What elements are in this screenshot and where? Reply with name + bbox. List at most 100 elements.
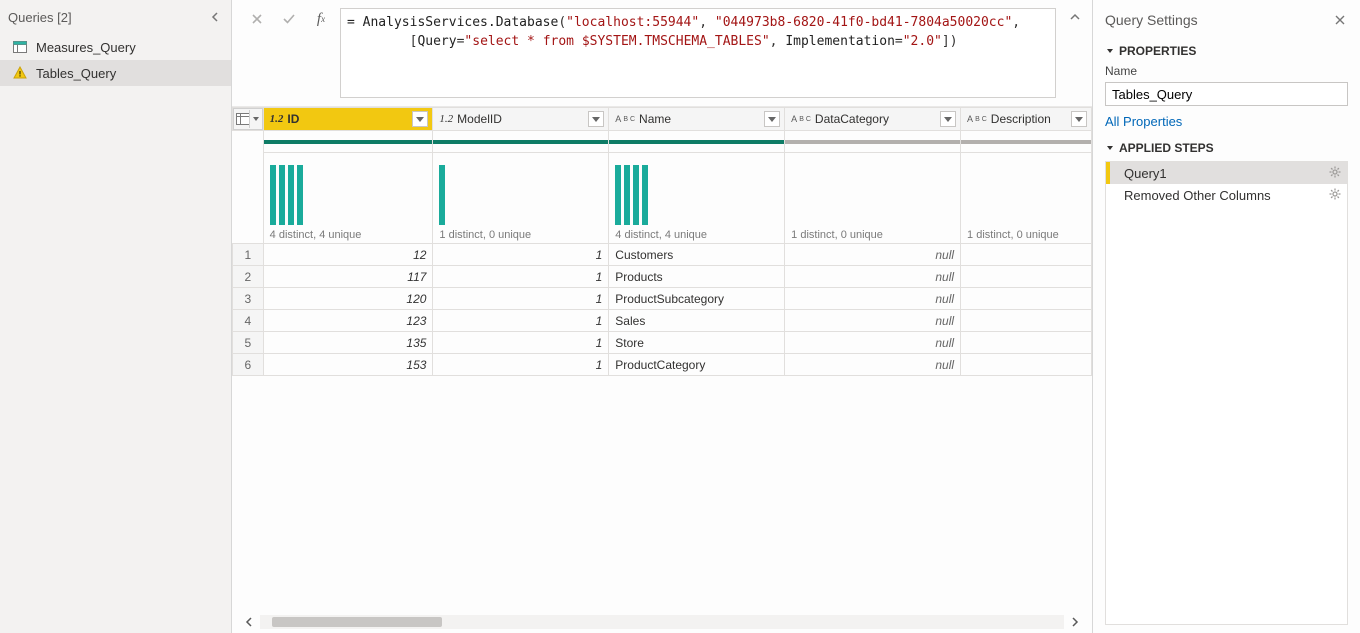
applied-steps-list: Query1 Removed Other Columns xyxy=(1105,161,1348,625)
column-header-id[interactable]: 1.2ID xyxy=(263,108,433,131)
cell-datacategory[interactable]: null xyxy=(785,288,961,310)
quality-bar xyxy=(785,140,960,144)
cell-datacategory[interactable]: null xyxy=(785,332,961,354)
table-icon xyxy=(12,39,28,55)
cell-name[interactable]: Products xyxy=(609,266,785,288)
quality-bar xyxy=(264,140,433,144)
cell-name[interactable]: Customers xyxy=(609,244,785,266)
number-type-icon: 1.2 xyxy=(270,113,284,125)
cell-description[interactable] xyxy=(961,266,1092,288)
cell-name[interactable]: ProductCategory xyxy=(609,354,785,376)
queries-title: Queries [2] xyxy=(8,10,72,25)
cell-id[interactable]: 120 xyxy=(263,288,433,310)
table-row[interactable]: 21171Productsnull xyxy=(233,266,1092,288)
cell-modelid[interactable]: 1 xyxy=(433,310,609,332)
sidebar-item-label: Measures_Query xyxy=(36,40,136,55)
column-filter-button[interactable] xyxy=(940,111,956,127)
data-table[interactable]: 1.2ID1.2ModelIDABCNameABCDataCategoryABC… xyxy=(232,107,1092,376)
cancel-formula-button[interactable] xyxy=(244,8,270,30)
cell-id[interactable]: 135 xyxy=(263,332,433,354)
formula-input[interactable]: = AnalysisServices.Database("localhost:5… xyxy=(340,8,1056,98)
cell-modelid[interactable]: 1 xyxy=(433,288,609,310)
cell-modelid[interactable]: 1 xyxy=(433,244,609,266)
distribution-bars xyxy=(791,153,954,229)
distribution-bars xyxy=(439,153,602,229)
cell-name[interactable]: ProductSubcategory xyxy=(609,288,785,310)
close-settings-button[interactable] xyxy=(1332,12,1348,28)
expand-formula-button[interactable] xyxy=(1066,8,1084,26)
cell-datacategory[interactable]: null xyxy=(785,310,961,332)
query-settings-title: Query Settings xyxy=(1105,12,1198,28)
table-row[interactable]: 51351Storenull xyxy=(233,332,1092,354)
cell-id[interactable]: 153 xyxy=(263,354,433,376)
fx-icon[interactable]: fx xyxy=(308,8,334,30)
text-type-icon: ABC xyxy=(615,114,635,124)
text-type-icon: ABC xyxy=(967,114,987,124)
column-header-modelid[interactable]: 1.2 ModelID xyxy=(433,108,609,131)
row-number: 3 xyxy=(233,288,264,310)
collapse-sidebar-button[interactable] xyxy=(207,9,223,25)
scroll-left-button[interactable] xyxy=(240,614,258,630)
profile-label: 1 distinct, 0 unique xyxy=(967,229,1085,241)
step-label: Removed Other Columns xyxy=(1124,188,1271,203)
column-name: Description xyxy=(991,112,1067,126)
cell-description[interactable] xyxy=(961,310,1092,332)
cell-name[interactable]: Sales xyxy=(609,310,785,332)
scroll-track[interactable] xyxy=(260,615,1064,629)
column-name: DataCategory xyxy=(815,112,936,126)
cell-datacategory[interactable]: null xyxy=(785,354,961,376)
name-label: Name xyxy=(1105,64,1348,78)
table-row[interactable]: 1121Customersnull xyxy=(233,244,1092,266)
column-filter-button[interactable] xyxy=(412,111,428,127)
query-name-input[interactable] xyxy=(1105,82,1348,106)
column-profile: 4 distinct, 4 unique xyxy=(609,153,784,243)
applied-steps-section-title: APPLIED STEPS xyxy=(1105,141,1348,155)
horizontal-scrollbar[interactable] xyxy=(232,611,1092,633)
cell-description[interactable] xyxy=(961,354,1092,376)
step-label: Query1 xyxy=(1124,166,1167,181)
table-row[interactable]: 31201ProductSubcategorynull xyxy=(233,288,1092,310)
table-row[interactable]: 41231Salesnull xyxy=(233,310,1092,332)
scroll-thumb[interactable] xyxy=(272,617,442,627)
cell-id[interactable]: 123 xyxy=(263,310,433,332)
all-properties-link[interactable]: All Properties xyxy=(1105,114,1348,129)
applied-step[interactable]: Query1 xyxy=(1106,162,1347,184)
cell-modelid[interactable]: 1 xyxy=(433,332,609,354)
column-filter-button[interactable] xyxy=(1071,111,1087,127)
queries-sidebar: Queries [2] Measures_Query Tables_Query xyxy=(0,0,232,633)
scroll-right-button[interactable] xyxy=(1066,614,1084,630)
column-profile: 4 distinct, 4 unique xyxy=(264,153,433,243)
column-name: Name xyxy=(639,112,760,126)
column-header-description[interactable]: ABC Description xyxy=(961,108,1092,131)
column-filter-button[interactable] xyxy=(588,111,604,127)
cell-id[interactable]: 12 xyxy=(263,244,433,266)
column-name: ModelID xyxy=(457,112,584,126)
sidebar-item-measures-query[interactable]: Measures_Query xyxy=(0,34,231,60)
cell-modelid[interactable]: 1 xyxy=(433,266,609,288)
cell-name[interactable]: Store xyxy=(609,332,785,354)
quality-bar xyxy=(433,140,608,144)
sidebar-item-tables-query[interactable]: Tables_Query xyxy=(0,60,231,86)
column-header-name[interactable]: ABC Name xyxy=(609,108,785,131)
column-filter-button[interactable] xyxy=(764,111,780,127)
row-number: 4 xyxy=(233,310,264,332)
cell-datacategory[interactable]: null xyxy=(785,266,961,288)
commit-formula-button[interactable] xyxy=(276,8,302,30)
column-header-datacategory[interactable]: ABCDataCategory xyxy=(785,108,961,131)
table-row[interactable]: 61531ProductCategorynull xyxy=(233,354,1092,376)
column-profile: 1 distinct, 0 unique xyxy=(785,153,960,243)
cell-description[interactable] xyxy=(961,244,1092,266)
cell-id[interactable]: 117 xyxy=(263,266,433,288)
cell-datacategory[interactable]: null xyxy=(785,244,961,266)
table-corner[interactable] xyxy=(233,108,264,131)
query-settings-header: Query Settings xyxy=(1105,8,1348,32)
cell-description[interactable] xyxy=(961,332,1092,354)
formula-bar: fx = AnalysisServices.Database("localhos… xyxy=(232,0,1092,107)
gear-icon[interactable] xyxy=(1329,166,1341,181)
cell-description[interactable] xyxy=(961,288,1092,310)
cell-modelid[interactable]: 1 xyxy=(433,354,609,376)
applied-step[interactable]: Removed Other Columns xyxy=(1106,184,1347,206)
gear-icon[interactable] xyxy=(1329,188,1341,203)
number-type-icon: 1.2 xyxy=(439,113,453,125)
properties-section-title: PROPERTIES xyxy=(1105,44,1348,58)
